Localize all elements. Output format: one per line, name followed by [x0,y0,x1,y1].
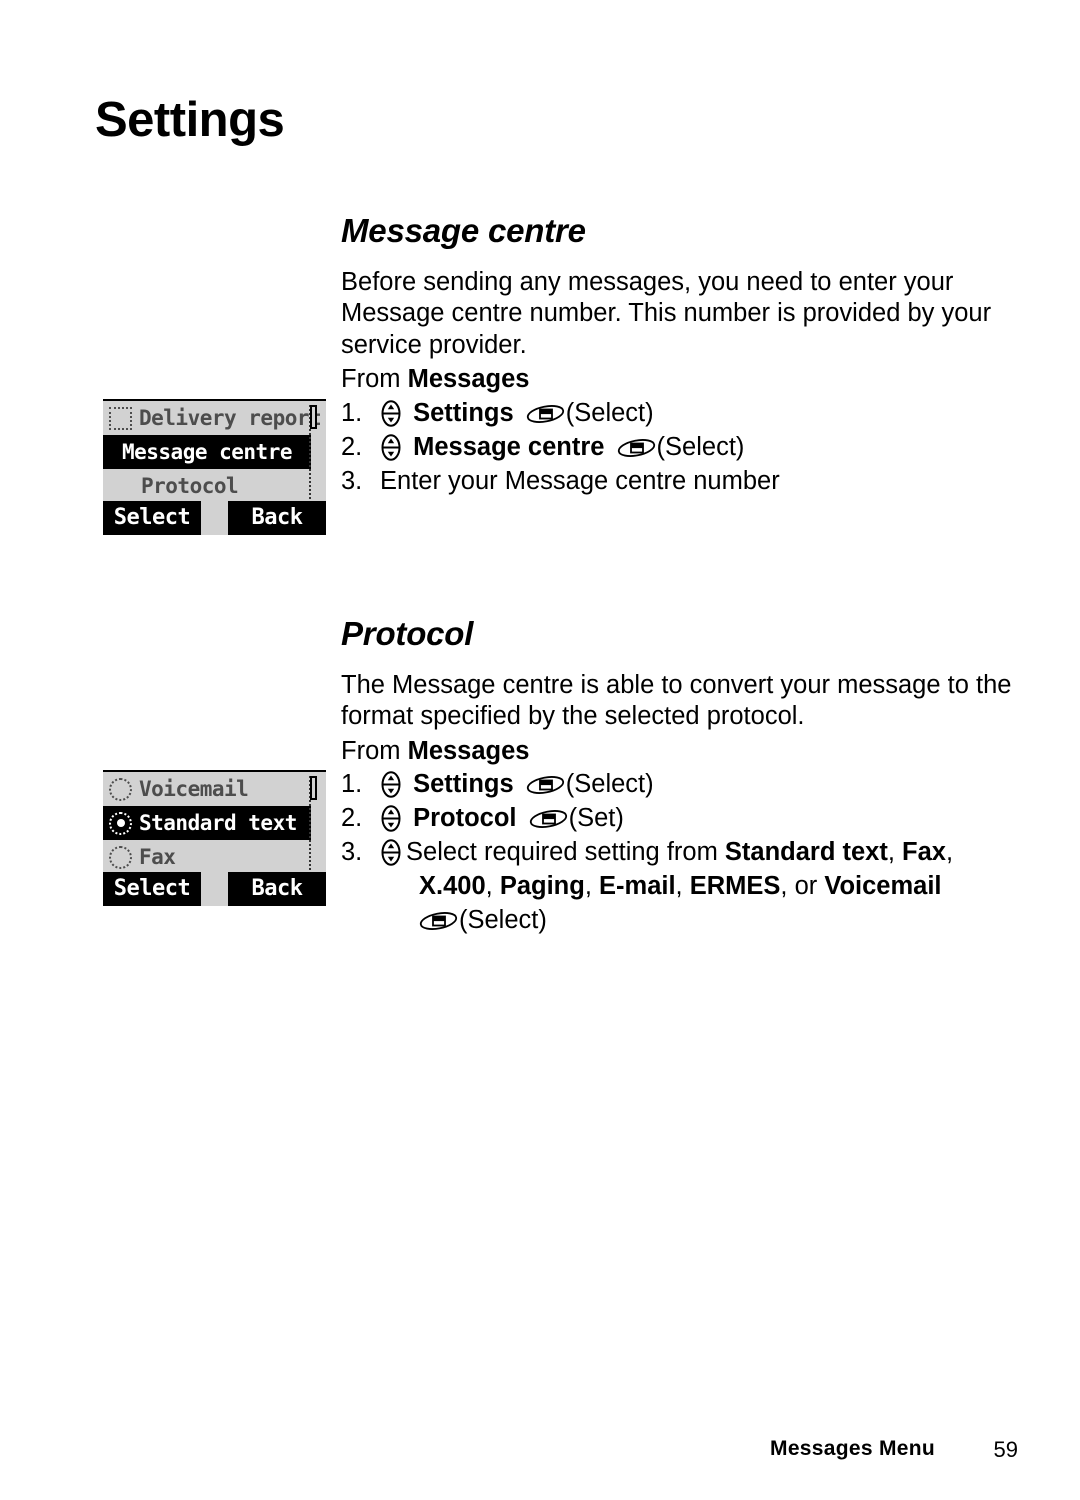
menu-item-label: Fax [139,844,176,869]
separator: , [584,872,600,901]
from-line: From Messages [341,736,1031,768]
menu-item-label: Voicemail [139,776,249,801]
soft-key-icon [526,400,565,423]
page-footer: Messages Menu 59 [0,1437,1080,1467]
protocol-option-x400-prefix: X [419,872,437,901]
step-bold-text: Settings [413,770,514,799]
menu-item-label: Protocol [141,473,239,498]
steps-list: 1. Settings (Select) 2. Message centre (… [341,396,1031,498]
section-heading: Message centre [341,212,586,249]
softkey-select[interactable]: Select [103,501,201,535]
protocol-option-standard-text: Standard text [724,838,888,867]
steps-list: 1. Settings (Select) 2. Protocol (Set) 3… [341,767,1031,937]
nav-updown-key-icon [381,805,401,832]
protocol-option-x400-suffix: .400 [436,872,486,901]
step-soft-label: (Select) [565,770,654,799]
nav-updown-key-icon [381,839,401,866]
step-bold-text: Message centre [413,432,605,461]
protocol-option-ermes: ERMES [689,872,781,901]
step-soft-label: (Select) [656,432,745,461]
step-item: 2. Protocol (Set) [341,801,1031,835]
menu-item-label: Delivery report [139,405,322,430]
step-number: 2. [341,432,363,461]
from-prefix: From [341,365,408,394]
step-item: 2. Message centre (Select) [341,430,1031,464]
step-bold-text: Protocol [413,804,517,833]
soft-key-icon [419,907,458,931]
section-protocol: Protocol The Message centre is able to c… [341,615,1031,937]
step-soft-label: (Select) [565,398,654,427]
footer-page-number: 59 [993,1437,1018,1462]
nav-updown-key-icon [381,771,401,798]
separator: , [675,872,690,901]
menu-item-message-centre[interactable]: Message centre [103,435,311,469]
from-target: Messages [407,736,530,765]
phone-display: Voicemail Standard text Fax [103,770,326,872]
soft-key-icon [529,805,568,829]
scrollbar-thumb[interactable] [310,405,317,429]
radio-unselected-icon[interactable] [109,777,132,801]
step-plain-text: Enter your Message centre number [380,466,780,495]
checkbox-unchecked-icon[interactable] [109,406,132,430]
separator: , [945,838,954,867]
phone-screenshot-message-centre: Delivery report Message centre Protocol … [103,399,326,535]
step-number: 2. [341,804,363,833]
step-bold-text: Settings [413,398,514,427]
section-message-centre: Message centre Before sending any messag… [341,212,1031,498]
step-number: 1. [341,398,363,427]
step-item: 1. Settings (Select) [341,767,1031,801]
menu-item-protocol[interactable]: Protocol [103,469,304,503]
softkey-back[interactable]: Back [228,501,326,535]
separator: , [485,872,500,901]
section-paragraph: Before sending any messages, you need to… [341,267,992,359]
protocol-option-voicemail: Voicemail [824,872,942,901]
protocol-option-paging: Paging [499,872,585,901]
softkey-gap [201,501,228,535]
menu-item-delivery-report[interactable]: Delivery report [103,401,322,435]
step-number: 1. [341,770,363,799]
nav-updown-key-icon [381,399,401,427]
step-number: 3. [341,838,363,867]
radio-selected-icon[interactable] [109,811,132,835]
separator: , [887,838,903,867]
protocol-option-email: E-mail [599,872,676,901]
scrollbar-thumb[interactable] [310,776,317,800]
scrollbar-icon[interactable] [309,776,319,870]
from-line: From Messages [341,364,1031,396]
footer-chapter-label: Messages Menu [770,1437,935,1460]
step-number: 3. [341,466,363,495]
step-item: 3. Enter your Message centre number [341,464,1031,498]
menu-item-voicemail[interactable]: Voicemail [103,772,304,806]
nav-updown-key-icon [381,433,401,461]
from-target: Messages [407,365,530,394]
separator: , or [780,872,825,901]
softkey-gap [201,872,228,906]
radio-unselected-icon[interactable] [109,845,132,869]
step3-continuation: X.400, Paging, E-mail, ERMES, or Voicema… [380,872,942,900]
menu-item-fax[interactable]: Fax [103,840,304,874]
step-item: 3. Select required setting from Standard… [341,835,1031,937]
phone-screenshot-protocol: Voicemail Standard text Fax Select Back [103,770,326,906]
from-prefix: From [341,736,408,765]
protocol-option-fax: Fax [902,838,946,867]
softkey-back[interactable]: Back [228,872,326,906]
menu-item-label: Message centre [121,439,293,464]
softkey-select[interactable]: Select [103,872,201,906]
menu-item-label: Standard text [139,810,297,835]
step-soft-label: (Set) [568,804,624,833]
step3-soft-label: (Select) [459,906,547,935]
phone-display: Delivery report Message centre Protocol [103,399,326,501]
step3-lead-text: Select required setting from [406,838,725,867]
soft-key-icon [526,771,565,795]
soft-key-icon [617,434,656,457]
phone-softkey-bar: Select Back [103,501,326,535]
step3-softkey-line: (Select) [380,906,547,934]
page-title: Settings [95,93,285,147]
section-paragraph: The Message centre is able to convert yo… [341,670,1012,731]
phone-softkey-bar: Select Back [103,872,326,906]
scrollbar-icon[interactable] [309,405,319,499]
step-item: 1. Settings (Select) [341,396,1031,430]
menu-item-standard-text[interactable]: Standard text [103,806,311,840]
section-heading: Protocol [341,615,474,652]
